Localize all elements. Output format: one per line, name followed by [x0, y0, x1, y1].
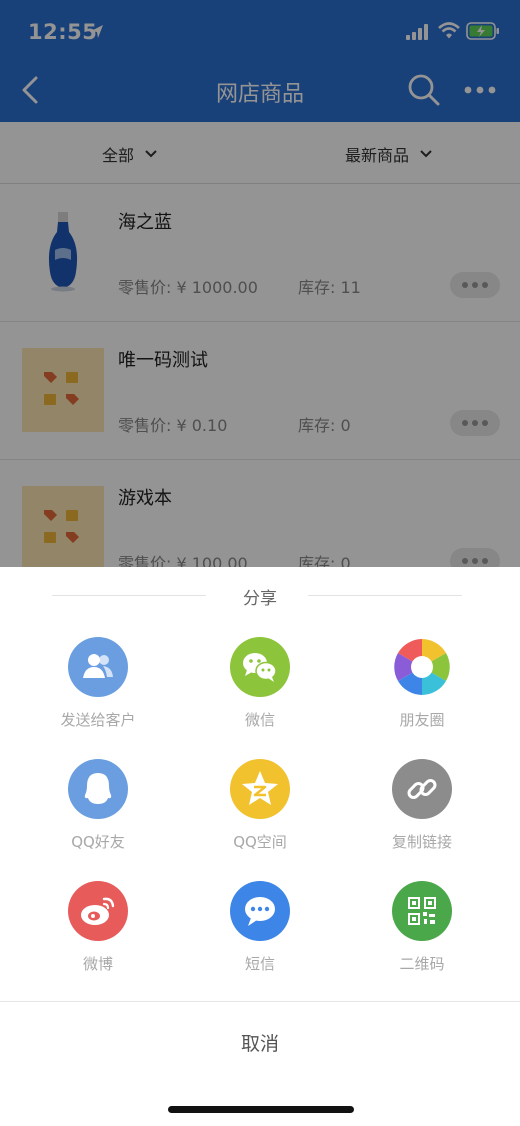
share-label: QQ好友 — [71, 833, 125, 851]
share-label: 微信 — [244, 711, 275, 729]
share-copy-link[interactable]: 复制链接 — [342, 759, 502, 869]
share-label: 微博 — [82, 955, 113, 973]
share-label: 短信 — [244, 955, 275, 973]
share-send-to-customer[interactable]: 发送给客户 — [18, 637, 178, 747]
sms-icon — [230, 881, 290, 941]
link-icon — [392, 759, 452, 819]
wechat-icon — [230, 637, 290, 697]
qzone-icon — [230, 759, 290, 819]
customer-icon — [68, 637, 128, 697]
dim-overlay[interactable] — [0, 0, 520, 567]
share-sms[interactable]: 短信 — [180, 881, 340, 991]
cancel-button[interactable]: 取消 — [0, 1002, 520, 1082]
share-qq-friend[interactable]: QQ好友 — [18, 759, 178, 869]
share-weibo[interactable]: 微博 — [18, 881, 178, 991]
share-label: QQ空间 — [233, 833, 287, 851]
share-sheet: 分享 发送给客户 微信 朋友圈 QQ好友 QQ空间 复制链接 微博 短信 二维码… — [0, 567, 520, 1126]
qq-icon — [68, 759, 128, 819]
share-qzone[interactable]: QQ空间 — [180, 759, 340, 869]
share-qrcode[interactable]: 二维码 — [342, 881, 502, 991]
home-indicator — [168, 1106, 354, 1113]
share-label: 复制链接 — [391, 833, 452, 851]
qrcode-icon — [392, 881, 452, 941]
share-sheet-title: 分享 — [243, 589, 277, 609]
share-label: 朋友圈 — [399, 711, 445, 729]
share-moments[interactable]: 朋友圈 — [342, 637, 502, 747]
share-label: 发送给客户 — [60, 711, 136, 729]
share-label: 二维码 — [399, 955, 445, 973]
title-divider-right — [308, 595, 462, 596]
moments-icon — [392, 637, 452, 697]
share-wechat[interactable]: 微信 — [180, 637, 340, 747]
weibo-icon — [68, 881, 128, 941]
